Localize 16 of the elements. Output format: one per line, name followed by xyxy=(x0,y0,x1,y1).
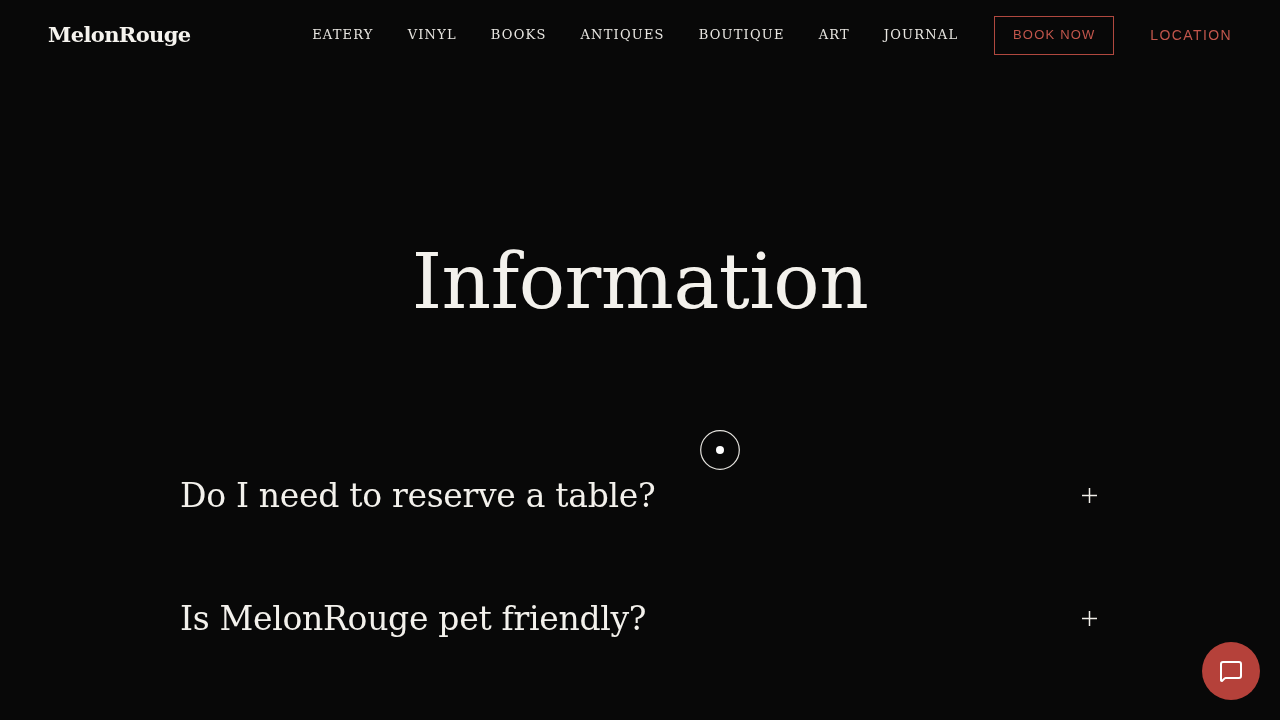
faq-question[interactable]: Do I need to reserve a table? xyxy=(180,470,656,521)
chat-button[interactable] xyxy=(1202,642,1260,700)
chat-bubble-icon xyxy=(1219,659,1243,683)
location-link[interactable]: LOCATION xyxy=(1150,24,1232,46)
nav-link[interactable]: BOUTIQUE xyxy=(698,25,785,45)
nav-link[interactable]: VINYL xyxy=(407,25,457,45)
faq-question[interactable]: Is MelonRouge pet friendly? xyxy=(180,593,647,644)
nav-link[interactable]: EATERY xyxy=(312,25,374,45)
page-title: Information xyxy=(411,243,869,320)
site-logo[interactable]: MelonRouge xyxy=(48,19,191,51)
nav-link[interactable]: ART xyxy=(818,25,850,45)
book-now-button[interactable]: BOOK NOW xyxy=(994,15,1115,55)
nav-link[interactable]: ANTIQUES xyxy=(580,25,665,45)
cursor-ring-icon xyxy=(700,430,740,470)
nav-link[interactable]: JOURNAL xyxy=(883,25,959,45)
nav-link[interactable]: BOOKS xyxy=(490,25,547,45)
